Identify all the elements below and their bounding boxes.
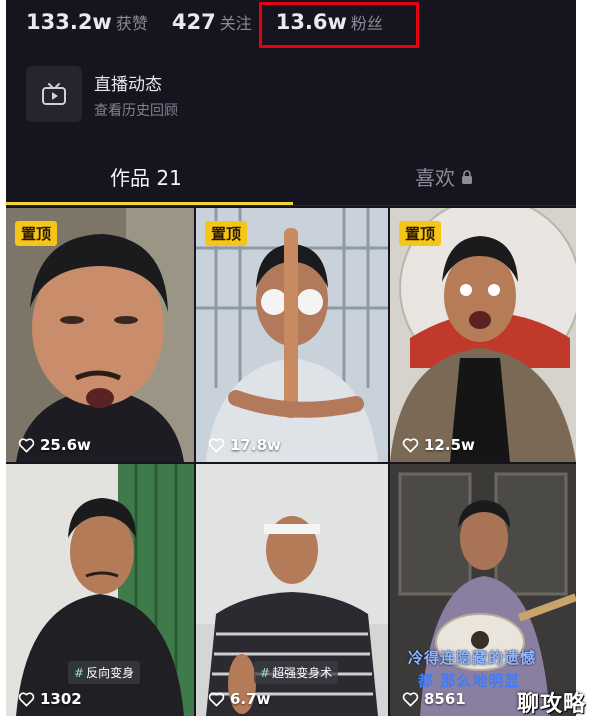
followers-highlight-box [259, 2, 419, 48]
like-count-value: 17.8w [230, 436, 281, 454]
tabs-divider [6, 205, 576, 206]
tab-likes[interactable]: 喜欢 [415, 162, 473, 191]
heart-icon [208, 691, 225, 706]
profile-screen: 133.2w 获赞 427 关注 13.6w 粉丝 直播动态 查看历史回顾 作品… [6, 0, 576, 716]
hashtag-icon: # [74, 666, 85, 680]
like-count-value: 25.6w [40, 436, 91, 454]
like-count: 1302 [18, 690, 82, 708]
tv-icon [26, 66, 82, 122]
like-count-value: 1302 [40, 690, 82, 708]
lyric-caption-line2: 都 那么地明显 [418, 672, 521, 690]
like-count: 17.8w [208, 436, 281, 454]
like-count-value: 12.5w [424, 436, 475, 454]
following-count: 427 [171, 10, 216, 34]
video-tag[interactable]: # 超强变身术 [254, 661, 339, 684]
lyric-caption-line1: 冷得连隐藏的遗憾 [408, 649, 537, 667]
like-count-value: 8561 [424, 690, 466, 708]
like-count: 6.7w [208, 690, 270, 708]
pinned-badge: 置顶 [399, 221, 442, 246]
heart-icon [18, 691, 35, 706]
video-thumbnail-image [390, 208, 576, 462]
like-count: 8561 [402, 690, 466, 708]
video-tag[interactable]: # 反向变身 [68, 661, 141, 684]
watermark-logo: 聊攻略 [516, 692, 586, 717]
video-thumbnail-image [6, 208, 194, 462]
heart-icon [18, 437, 35, 452]
tab-likes-label: 喜欢 [415, 166, 455, 190]
following-label: 关注 [219, 14, 252, 33]
heart-icon [402, 437, 419, 452]
likes-received-stat[interactable]: 133.2w 获赞 [26, 10, 148, 34]
likes-received-label: 获赞 [115, 14, 148, 33]
live-history-row[interactable]: 直播动态 查看历史回顾 [26, 66, 566, 126]
video-tag-label: 反向变身 [86, 666, 135, 680]
content-tabs: 作品 21 喜欢 [6, 150, 576, 206]
heart-icon [402, 691, 419, 706]
following-stat[interactable]: 427 关注 [172, 10, 252, 34]
video-thumbnail[interactable]: # 反向变身 1302 [6, 464, 194, 716]
tab-works[interactable]: 作品 21 [110, 162, 182, 191]
video-thumbnail[interactable]: 置顶 17.8w [196, 208, 388, 462]
live-title: 直播动态 [94, 75, 162, 95]
hashtag-icon: # [260, 666, 271, 680]
like-count: 12.5w [402, 436, 475, 454]
like-count-value: 6.7w [230, 690, 271, 708]
pinned-badge: 置顶 [205, 221, 248, 246]
live-subtitle: 查看历史回顾 [94, 103, 178, 119]
video-thumbnail[interactable]: # 超强变身术 6.7w [196, 464, 388, 716]
likes-received-count: 133.2w [26, 10, 112, 34]
heart-icon [208, 437, 225, 452]
pinned-badge: 置顶 [15, 221, 58, 246]
video-tag-label: 超强变身术 [272, 666, 333, 680]
video-thumbnail[interactable]: 置顶 25.6w [6, 208, 194, 462]
like-count: 25.6w [18, 436, 91, 454]
video-thumbnail[interactable]: 冷得连隐藏的遗憾 都 那么地明显 8561 [390, 464, 576, 716]
video-thumbnail[interactable]: 置顶 12.5w [390, 208, 576, 462]
lock-icon [461, 165, 473, 189]
video-thumbnail-image [196, 208, 388, 462]
